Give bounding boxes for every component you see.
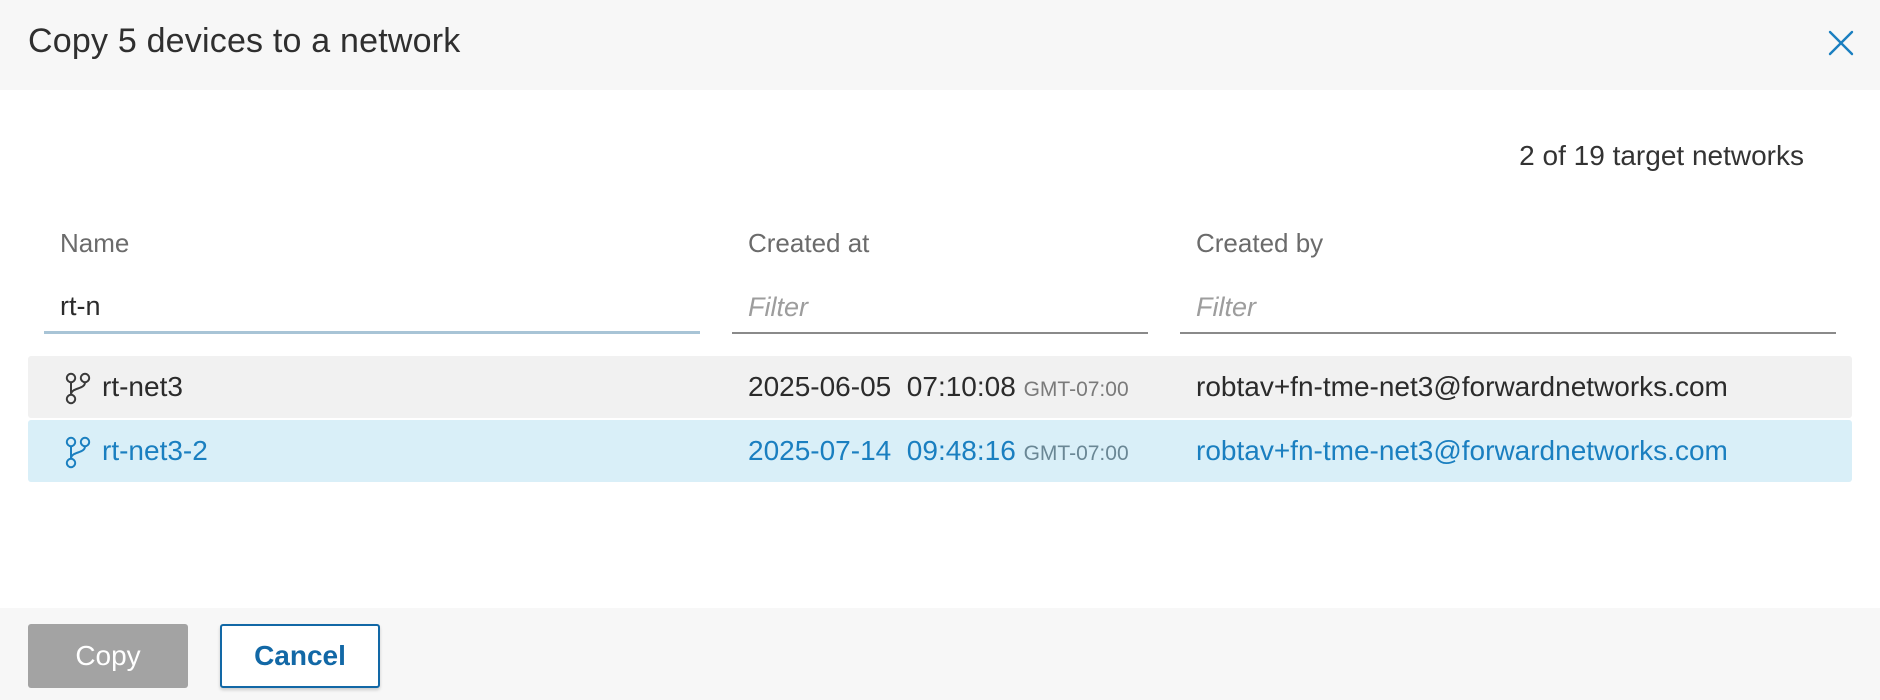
created-at-value: 2025-06-05 07:10:08 GMT-07:00	[748, 356, 1129, 418]
created-at-filter-input[interactable]	[732, 282, 1148, 334]
created-at-value: 2025-07-14 09:48:16 GMT-07:00	[748, 420, 1129, 482]
column-header-name: Name	[60, 228, 130, 258]
created-at-timezone: GMT-07:00	[1023, 442, 1129, 465]
created-at-time: 07:10:08	[906, 371, 1016, 402]
column-header-created-at: Created at	[748, 228, 870, 258]
table-row[interactable]: rt-net3 2025-06-05 07:10:08 GMT-07:00 ro…	[28, 356, 1852, 418]
branch-icon	[65, 436, 91, 469]
created-at-timezone: GMT-07:00	[1023, 378, 1129, 401]
created-by-value: robtav+fn-tme-net3@forwardnetworks.com	[1196, 371, 1728, 402]
created-at-date: 2025-07-14	[748, 435, 892, 466]
name-filter-input[interactable]	[44, 282, 700, 334]
network-name: rt-net3	[102, 371, 183, 402]
created-by-value: robtav+fn-tme-net3@forwardnetworks.com	[1196, 435, 1728, 466]
created-at-date: 2025-06-05	[748, 371, 892, 402]
created-at-time: 09:48:16	[906, 435, 1016, 466]
target-networks-count: 2 of 19 target networks	[1519, 140, 1804, 171]
copy-devices-dialog: Copy 5 devices to a network 2 of 19 targ…	[0, 0, 1880, 700]
dialog-header: Copy 5 devices to a network	[0, 0, 1880, 90]
column-header-created-by: Created by	[1196, 228, 1324, 258]
cancel-button[interactable]: Cancel	[220, 624, 380, 688]
network-name: rt-net3-2	[102, 435, 208, 466]
close-icon	[1828, 30, 1854, 56]
branch-icon	[65, 372, 91, 405]
created-by-filter-input[interactable]	[1180, 282, 1836, 334]
copy-button[interactable]: Copy	[28, 624, 188, 688]
dialog-title: Copy 5 devices to a network	[28, 22, 461, 60]
close-button[interactable]	[1824, 26, 1858, 60]
table-row-selected[interactable]: rt-net3-2 2025-07-14 09:48:16 GMT-07:00 …	[28, 420, 1852, 482]
